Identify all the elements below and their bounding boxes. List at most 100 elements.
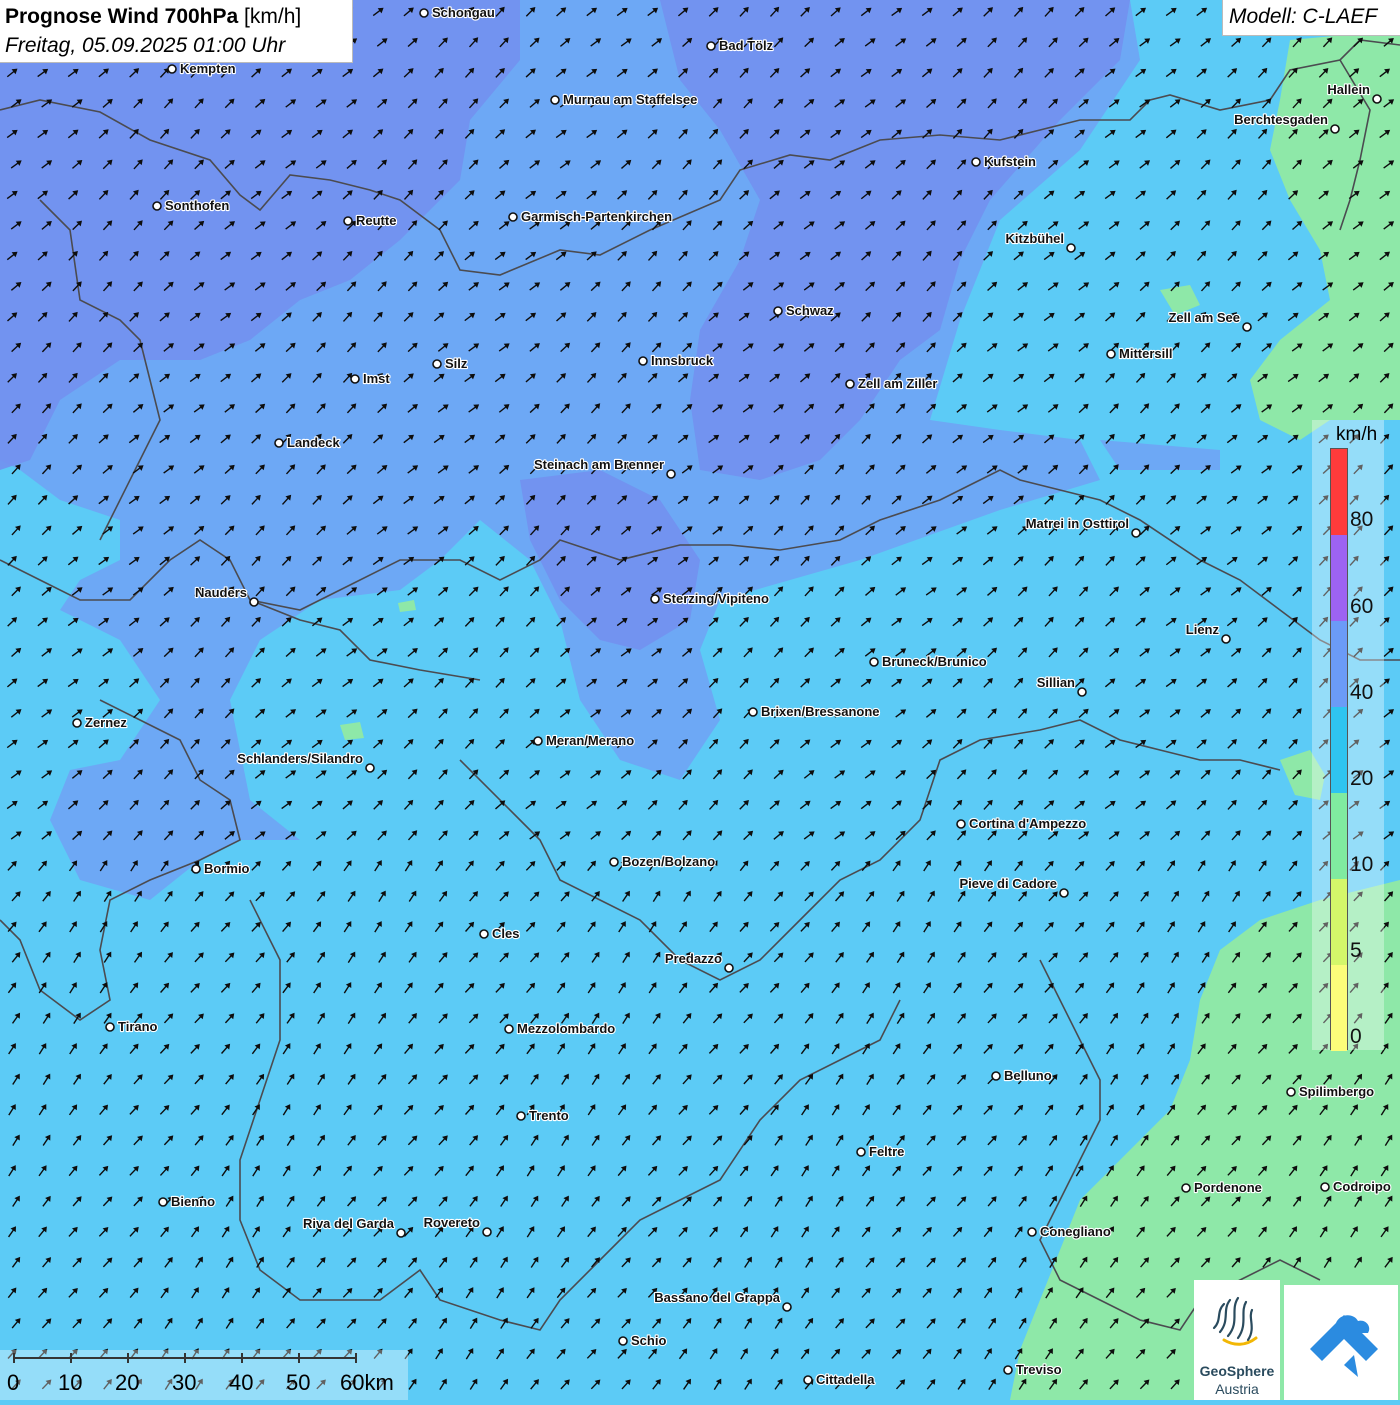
- city-dot: [508, 212, 518, 222]
- city-label: Bienno: [171, 1194, 215, 1209]
- city-dot: [533, 736, 543, 746]
- city-dot: [479, 929, 489, 939]
- city-dot: [1320, 1182, 1330, 1192]
- legend-color-bar: [1330, 448, 1348, 1051]
- city-marker[interactable]: Conegliano: [1027, 1223, 1112, 1240]
- city-label: Bruneck/Brunico: [882, 654, 987, 669]
- city-marker[interactable]: Brixen/Bressanone: [748, 703, 881, 720]
- city-label: Bassano del Grappa: [654, 1290, 780, 1305]
- model-box: Modell: C-LAEF: [1222, 0, 1400, 36]
- city-marker[interactable]: Schongau: [419, 4, 496, 21]
- legend-segment-80-plus: [1331, 449, 1347, 535]
- city-label: Lienz: [1186, 622, 1220, 637]
- geosphere-logo-line2: Austria: [1215, 1381, 1259, 1397]
- legend-tick-5: 5: [1350, 939, 1362, 962]
- forecast-title-box: Prognose Wind 700hPa [km/h] Freitag, 05.…: [0, 0, 353, 63]
- forecast-title-main: Prognose Wind 700hPa: [5, 5, 239, 28]
- city-dot: [869, 657, 879, 667]
- city-label: Treviso: [1016, 1362, 1062, 1377]
- city-label: Schongau: [432, 5, 495, 20]
- city-marker[interactable]: Cortina d'Ampezzo: [956, 815, 1087, 832]
- city-label: Mezzolombardo: [517, 1021, 615, 1036]
- city-dot: [1330, 124, 1340, 134]
- scale-label-10: 10: [58, 1370, 83, 1395]
- scale-label-60km: 60km: [340, 1370, 394, 1395]
- city-dot: [1242, 322, 1252, 332]
- city-dot: [105, 1022, 115, 1032]
- color-legend: km/h 80 60 40 20 10 5 0: [1312, 420, 1384, 1051]
- city-marker[interactable]: Mezzolombardo: [504, 1020, 616, 1037]
- city-dot: [1131, 528, 1141, 538]
- city-dot: [1181, 1183, 1191, 1193]
- city-label: Predazzo: [665, 951, 722, 966]
- city-dot: [152, 201, 162, 211]
- city-dot: [956, 819, 966, 829]
- legend-segment-60-80: [1331, 535, 1347, 621]
- city-label: Sillian: [1037, 675, 1075, 690]
- city-label: Meran/Merano: [546, 733, 634, 748]
- city-label: Pordenone: [1194, 1180, 1262, 1195]
- city-label: Mittersill: [1119, 346, 1172, 361]
- city-marker[interactable]: Pordenone: [1181, 1179, 1263, 1196]
- city-label: Riva del Garda: [303, 1216, 395, 1231]
- city-dot: [1003, 1365, 1013, 1375]
- legend-segment-40-60: [1331, 621, 1347, 707]
- geosphere-emblem-icon: [1212, 1296, 1258, 1346]
- legend-tick-80: 80: [1350, 508, 1374, 531]
- scale-label-50: 50: [286, 1370, 311, 1395]
- city-label: Kempten: [180, 61, 236, 76]
- city-dot: [343, 216, 353, 226]
- city-dot: [365, 763, 375, 773]
- city-marker[interactable]: Bozen/Bolzano: [609, 853, 716, 870]
- city-label: Cortina d'Ampezzo: [969, 816, 1086, 831]
- city-label: Belluno: [1004, 1068, 1052, 1083]
- app-arrow-cloud-icon: [1310, 1315, 1378, 1377]
- city-label: Nauders: [195, 585, 247, 600]
- city-label: Spilimbergo: [1299, 1084, 1374, 1099]
- city-label: Schlanders/Silandro: [237, 751, 363, 766]
- legend-tick-10: 10: [1350, 853, 1374, 876]
- geosphere-logo-line1: GeoSphere: [1199, 1363, 1275, 1379]
- city-dot: [1372, 94, 1382, 104]
- wind-map[interactable]: Schongau Bad Tölz Kempten Murnau am Staffel…: [0, 0, 1400, 1400]
- city-dot: [158, 1197, 168, 1207]
- city-marker[interactable]: Innsbruck: [638, 352, 715, 369]
- city-label: Garmisch-Partenkirchen: [521, 209, 672, 224]
- city-marker[interactable]: Garmisch-Partenkirchen: [508, 208, 673, 225]
- geosphere-logo[interactable]: GeoSphere Austria: [1194, 1280, 1280, 1400]
- city-dot: [350, 374, 360, 384]
- city-dot: [706, 41, 716, 51]
- city-dot: [803, 1375, 813, 1385]
- city-dot: [724, 963, 734, 973]
- city-dot: [638, 356, 648, 366]
- scale-bar: 0 10 20 30 40 50 60km: [0, 1350, 408, 1400]
- city-marker[interactable]: Bruneck/Brunico: [869, 653, 988, 670]
- city-label: Silz: [445, 356, 468, 371]
- city-marker[interactable]: Sterzing/Vipiteno: [650, 590, 770, 607]
- city-marker[interactable]: Sonthofen: [152, 197, 230, 214]
- legend-tick-0: 0: [1350, 1025, 1362, 1048]
- city-dot: [1027, 1227, 1037, 1237]
- legend-tick-20: 20: [1350, 767, 1374, 790]
- city-label: Zell am See: [1168, 310, 1240, 325]
- city-label: Kufstein: [984, 154, 1036, 169]
- city-marker[interactable]: Murnau am Staffelsee: [550, 91, 698, 108]
- city-marker[interactable]: Zell am Ziller: [845, 375, 939, 392]
- model-name: Modell: C-LAEF: [1229, 5, 1378, 28]
- city-marker[interactable]: Spilimbergo: [1286, 1083, 1375, 1100]
- city-dot: [845, 379, 855, 389]
- forecast-datetime: Freitag, 05.09.2025 01:00 Uhr: [5, 34, 286, 57]
- city-dot: [274, 438, 284, 448]
- weather-app-logo[interactable]: [1284, 1285, 1398, 1400]
- city-label: Bormio: [204, 861, 250, 876]
- city-label: Codroipo: [1333, 1179, 1391, 1194]
- city-dot: [550, 95, 560, 105]
- city-dot: [419, 8, 429, 18]
- city-dot: [782, 1302, 792, 1312]
- city-marker[interactable]: Meran/Merano: [533, 732, 635, 749]
- city-label: Matrei in Osttirol: [1026, 516, 1129, 531]
- city-dot: [609, 857, 619, 867]
- city-dot: [1066, 243, 1076, 253]
- city-label: Innsbruck: [651, 353, 714, 368]
- city-label: Pieve di Cadore: [959, 876, 1057, 891]
